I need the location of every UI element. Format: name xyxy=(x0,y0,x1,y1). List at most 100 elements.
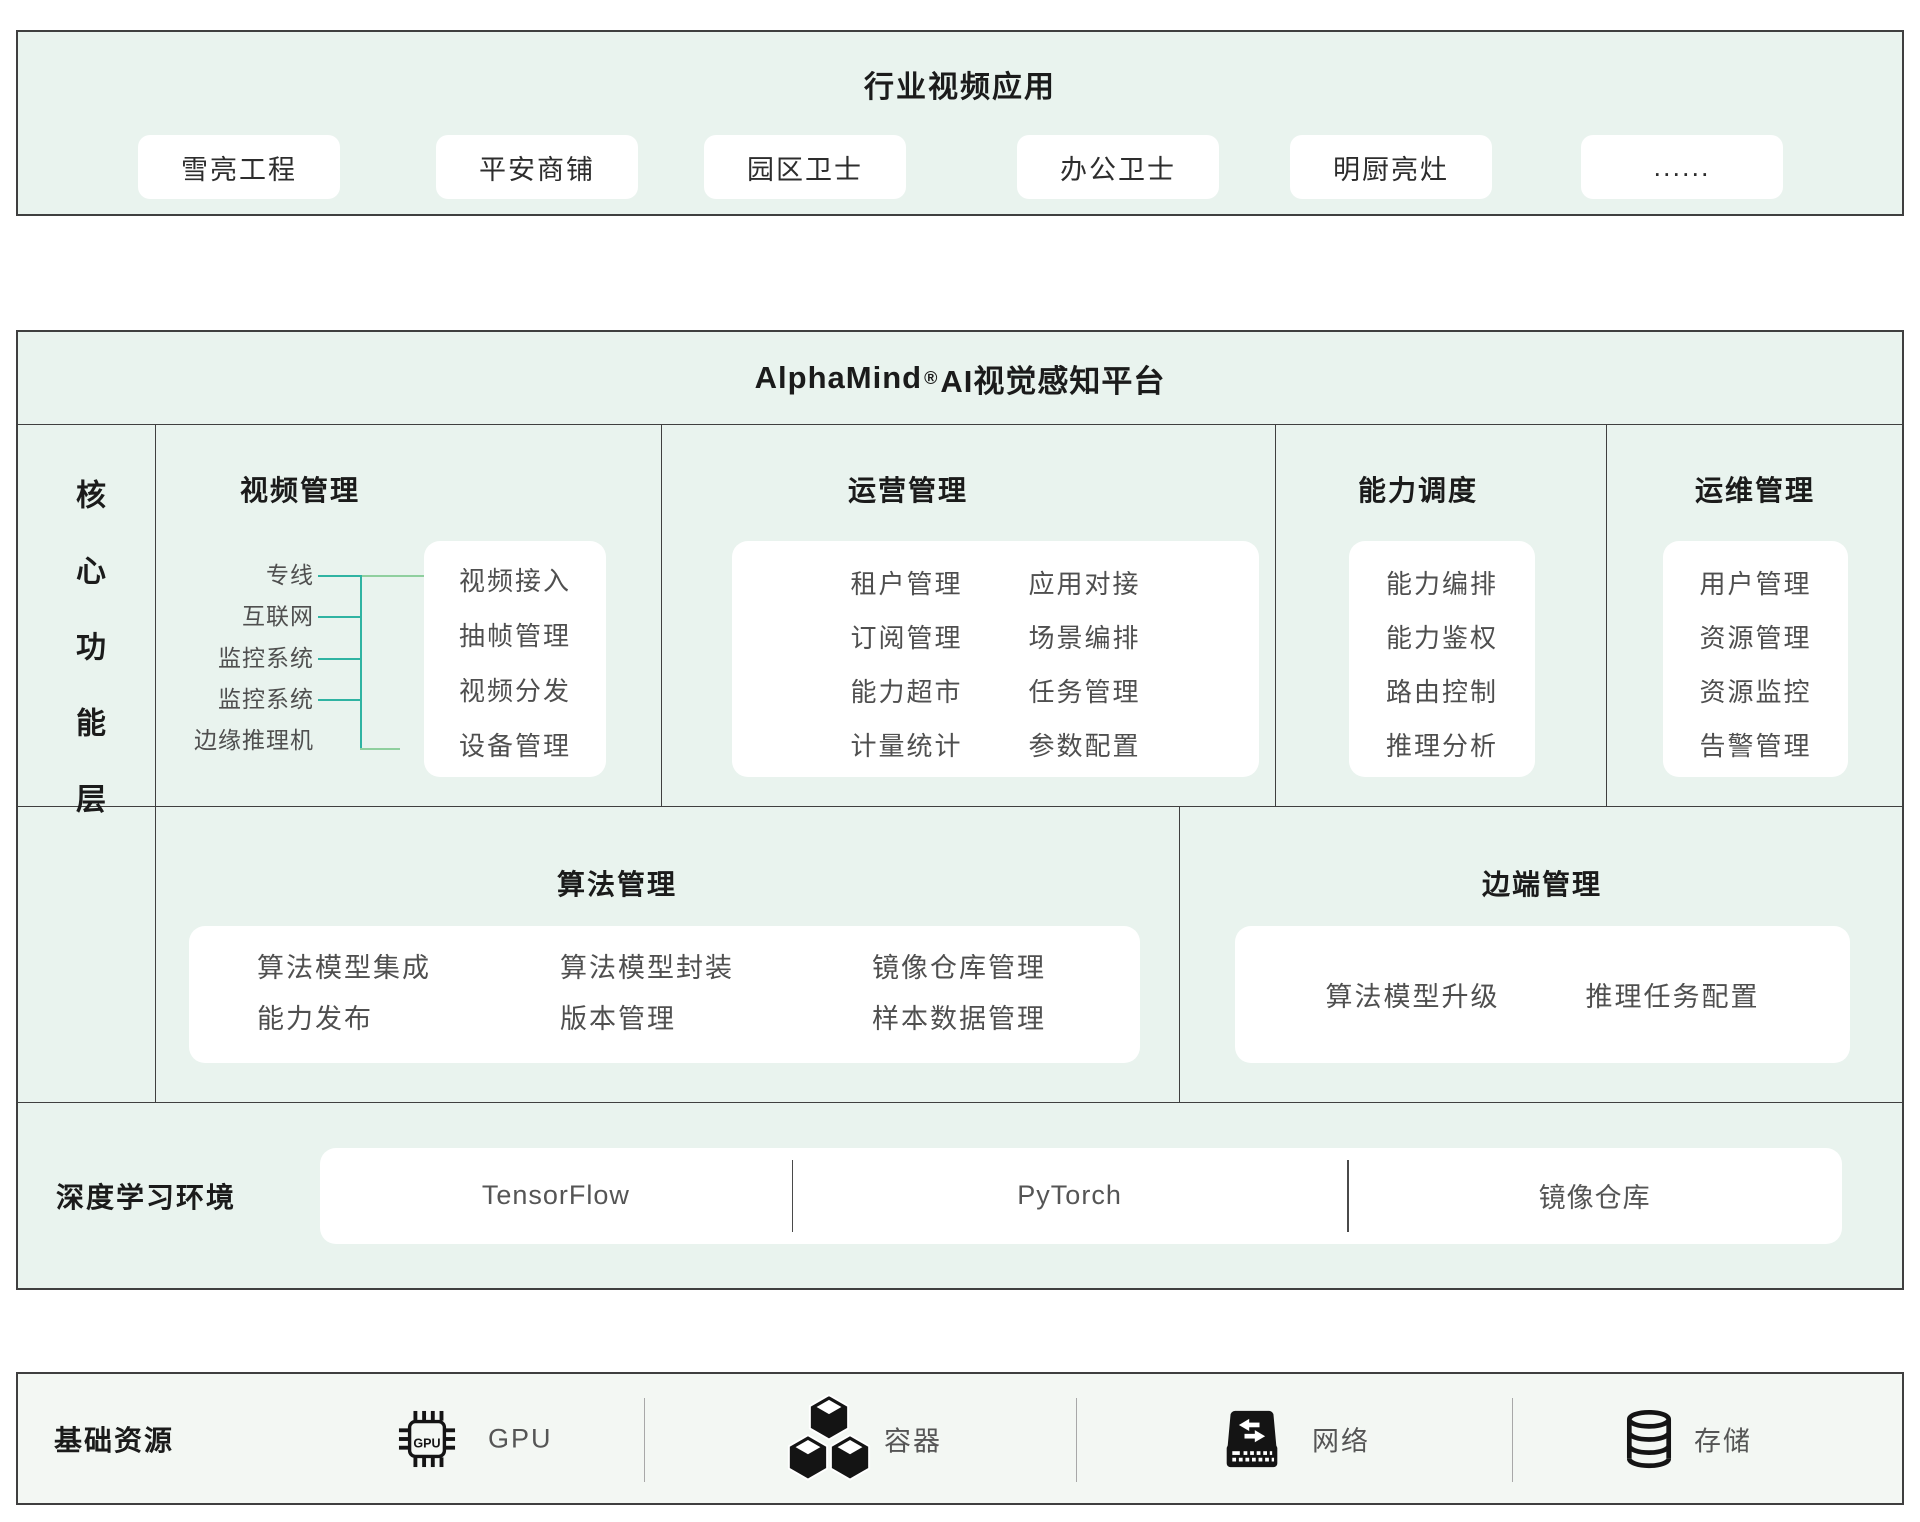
panel-capability-sched: 能力调度 能力编排 能力鉴权 路由控制 推理分析 xyxy=(1276,425,1607,806)
app-chip-mingchu: 明厨亮灶 xyxy=(1290,135,1492,199)
video-source-label: 专线 xyxy=(174,555,314,596)
operation-item: 能力超市 xyxy=(850,665,962,719)
infra-item-label-container: 容器 xyxy=(884,1419,942,1458)
app-chip-yuanqu: 园区卫士 xyxy=(704,135,906,199)
infra-item-label-network: 网络 xyxy=(1312,1419,1370,1458)
operation-item: 应用对接 xyxy=(1029,557,1141,611)
gpu-chip-icon: GPU xyxy=(398,1410,456,1468)
platform-body: 视频管理 专线 互联网 监控系统 监控系统 边缘推理机 xyxy=(18,425,1902,1288)
video-function-item: 视频接入 xyxy=(424,554,606,609)
platform-brand: AlphaMind xyxy=(755,360,922,396)
infra-label: 基础资源 xyxy=(54,1419,174,1459)
platform-title-suffix: AI视觉感知平台 xyxy=(940,356,1165,401)
video-source-label: 监控系统 xyxy=(174,638,314,679)
platform-section: AlphaMind® AI视觉感知平台 视频管理 专线 互联网 监控系统 监控系… xyxy=(16,330,1904,1290)
infra-section: 基础资源 GPU GPU xyxy=(16,1372,1904,1505)
video-source-label: 监控系统 xyxy=(174,679,314,720)
infra-item-label-storage: 存储 xyxy=(1694,1419,1752,1458)
network-icon xyxy=(1221,1409,1283,1469)
app-chip-pingan: 平安商铺 xyxy=(436,135,638,199)
algo-functions-box: 算法模型集成 能力发布 算法模型封装 版本管理 镜像仓库管理 样本数据管理 xyxy=(189,926,1140,1063)
video-source-label: 互联网 xyxy=(174,596,314,637)
platform-row-3: 深度学习环境 TensorFlow PyTorch 镜像仓库 xyxy=(18,1103,1902,1288)
operation-item: 订阅管理 xyxy=(850,611,962,665)
operation-item: 计量统计 xyxy=(850,719,962,773)
svg-text:GPU: GPU xyxy=(413,1436,440,1450)
sched-item: 能力编排 xyxy=(1349,557,1535,611)
connector-line xyxy=(362,575,424,577)
panel-title-algo: 算法管理 xyxy=(557,863,677,903)
operation-functions-box: 租户管理 订阅管理 能力超市 计量统计 应用对接 场景编排 任务管理 参数配置 xyxy=(732,541,1259,777)
panel-title-sched: 能力调度 xyxy=(1358,469,1478,509)
connector-line xyxy=(318,699,362,701)
sidebar-spacer-row2 xyxy=(18,807,156,1102)
panel-video-mgmt: 视频管理 专线 互联网 监控系统 监控系统 边缘推理机 xyxy=(156,425,662,806)
dl-env-registry: 镜像仓库 xyxy=(1347,1148,1842,1244)
video-source-labels: 专线 互联网 监控系统 监控系统 边缘推理机 xyxy=(174,555,314,761)
video-function-item: 设备管理 xyxy=(424,719,606,774)
video-function-item: 视频分发 xyxy=(424,664,606,719)
sidebar-spacer-row1 xyxy=(18,425,156,806)
dl-env-pytorch: PyTorch xyxy=(792,1148,1348,1244)
app-chip-xueliang: 雪亮工程 xyxy=(138,135,340,199)
platform-row-1: 视频管理 专线 互联网 监控系统 监控系统 边缘推理机 xyxy=(18,425,1902,807)
edge-functions-box: 算法模型升级 推理任务配置 xyxy=(1235,926,1850,1063)
panel-operation-mgmt: 运营管理 租户管理 订阅管理 能力超市 计量统计 应用对接 场景编排 任务管理 xyxy=(662,425,1276,806)
panel-title-edge: 边端管理 xyxy=(1482,863,1602,903)
dl-env-bar: TensorFlow PyTorch 镜像仓库 xyxy=(320,1148,1842,1244)
panel-title-video: 视频管理 xyxy=(240,469,360,509)
algo-col-2: 算法模型封装 版本管理 xyxy=(560,943,734,1045)
maint-item: 资源监控 xyxy=(1663,665,1848,719)
connector-bus-line xyxy=(360,575,362,750)
connector-line xyxy=(318,575,362,577)
panel-edge-mgmt: 边端管理 算法模型升级 推理任务配置 xyxy=(1180,807,1902,1102)
dl-env-label: 深度学习环境 xyxy=(56,1176,236,1216)
industry-apps-section: 行业视频应用 雪亮工程 平安商铺 园区卫士 办公卫士 明厨亮灶 ...... xyxy=(16,30,1904,216)
maint-functions-box: 用户管理 资源管理 资源监控 告警管理 xyxy=(1663,541,1848,777)
operation-item: 租户管理 xyxy=(850,557,962,611)
connector-line xyxy=(318,658,362,660)
operation-col-2: 应用对接 场景编排 任务管理 参数配置 xyxy=(1029,541,1141,777)
operation-item: 任务管理 xyxy=(1029,665,1141,719)
sched-item: 推理分析 xyxy=(1349,719,1535,773)
panel-ops-maint: 运维管理 用户管理 资源管理 资源监控 告警管理 xyxy=(1607,425,1902,806)
sched-item: 路由控制 xyxy=(1349,665,1535,719)
panel-title-maint: 运维管理 xyxy=(1695,469,1815,509)
algo-item: 样本数据管理 xyxy=(872,994,1046,1045)
video-function-item: 抽帧管理 xyxy=(424,609,606,664)
infra-divider xyxy=(644,1398,645,1482)
edge-item: 推理任务配置 xyxy=(1586,975,1760,1014)
panel-algo-mgmt: 算法管理 算法模型集成 能力发布 算法模型封装 版本管理 镜像仓库管理 样本数据 xyxy=(156,807,1180,1102)
video-functions-box: 视频接入 抽帧管理 视频分发 设备管理 xyxy=(424,541,606,777)
algo-item: 镜像仓库管理 xyxy=(872,943,1046,994)
platform-row-2: 算法管理 算法模型集成 能力发布 算法模型封装 版本管理 镜像仓库管理 样本数据 xyxy=(18,807,1902,1103)
maint-item: 告警管理 xyxy=(1663,719,1848,773)
infra-divider xyxy=(1512,1398,1513,1482)
algo-item: 能力发布 xyxy=(257,994,431,1045)
maint-item: 资源管理 xyxy=(1663,611,1848,665)
app-chip-ellipsis: ...... xyxy=(1581,135,1783,199)
app-chip-bangong: 办公卫士 xyxy=(1017,135,1219,199)
infra-divider xyxy=(1076,1398,1077,1482)
algo-item: 算法模型集成 xyxy=(257,943,431,994)
edge-item: 算法模型升级 xyxy=(1326,975,1500,1014)
algo-col-3: 镜像仓库管理 样本数据管理 xyxy=(872,943,1046,1045)
operation-item: 场景编排 xyxy=(1029,611,1141,665)
sched-item: 能力鉴权 xyxy=(1349,611,1535,665)
sched-functions-box: 能力编排 能力鉴权 路由控制 推理分析 xyxy=(1349,541,1535,777)
container-icon xyxy=(786,1392,872,1486)
algo-col-1: 算法模型集成 能力发布 xyxy=(257,943,431,1045)
operation-col-1: 租户管理 订阅管理 能力超市 计量统计 xyxy=(850,541,962,777)
maint-item: 用户管理 xyxy=(1663,557,1848,611)
connector-line xyxy=(318,616,362,618)
infra-item-label-gpu: GPU xyxy=(488,1423,553,1454)
storage-icon xyxy=(1619,1408,1679,1470)
architecture-diagram: 行业视频应用 雪亮工程 平安商铺 园区卫士 办公卫士 明厨亮灶 ...... A… xyxy=(0,0,1920,1522)
algo-item: 算法模型封装 xyxy=(560,943,734,994)
operation-item: 参数配置 xyxy=(1029,719,1141,773)
platform-title: AlphaMind® AI视觉感知平台 xyxy=(18,332,1902,425)
industry-apps-title: 行业视频应用 xyxy=(18,62,1902,106)
dl-env-tensorflow: TensorFlow xyxy=(320,1148,792,1244)
panel-title-operation: 运营管理 xyxy=(848,469,968,509)
connector-line xyxy=(360,748,400,750)
